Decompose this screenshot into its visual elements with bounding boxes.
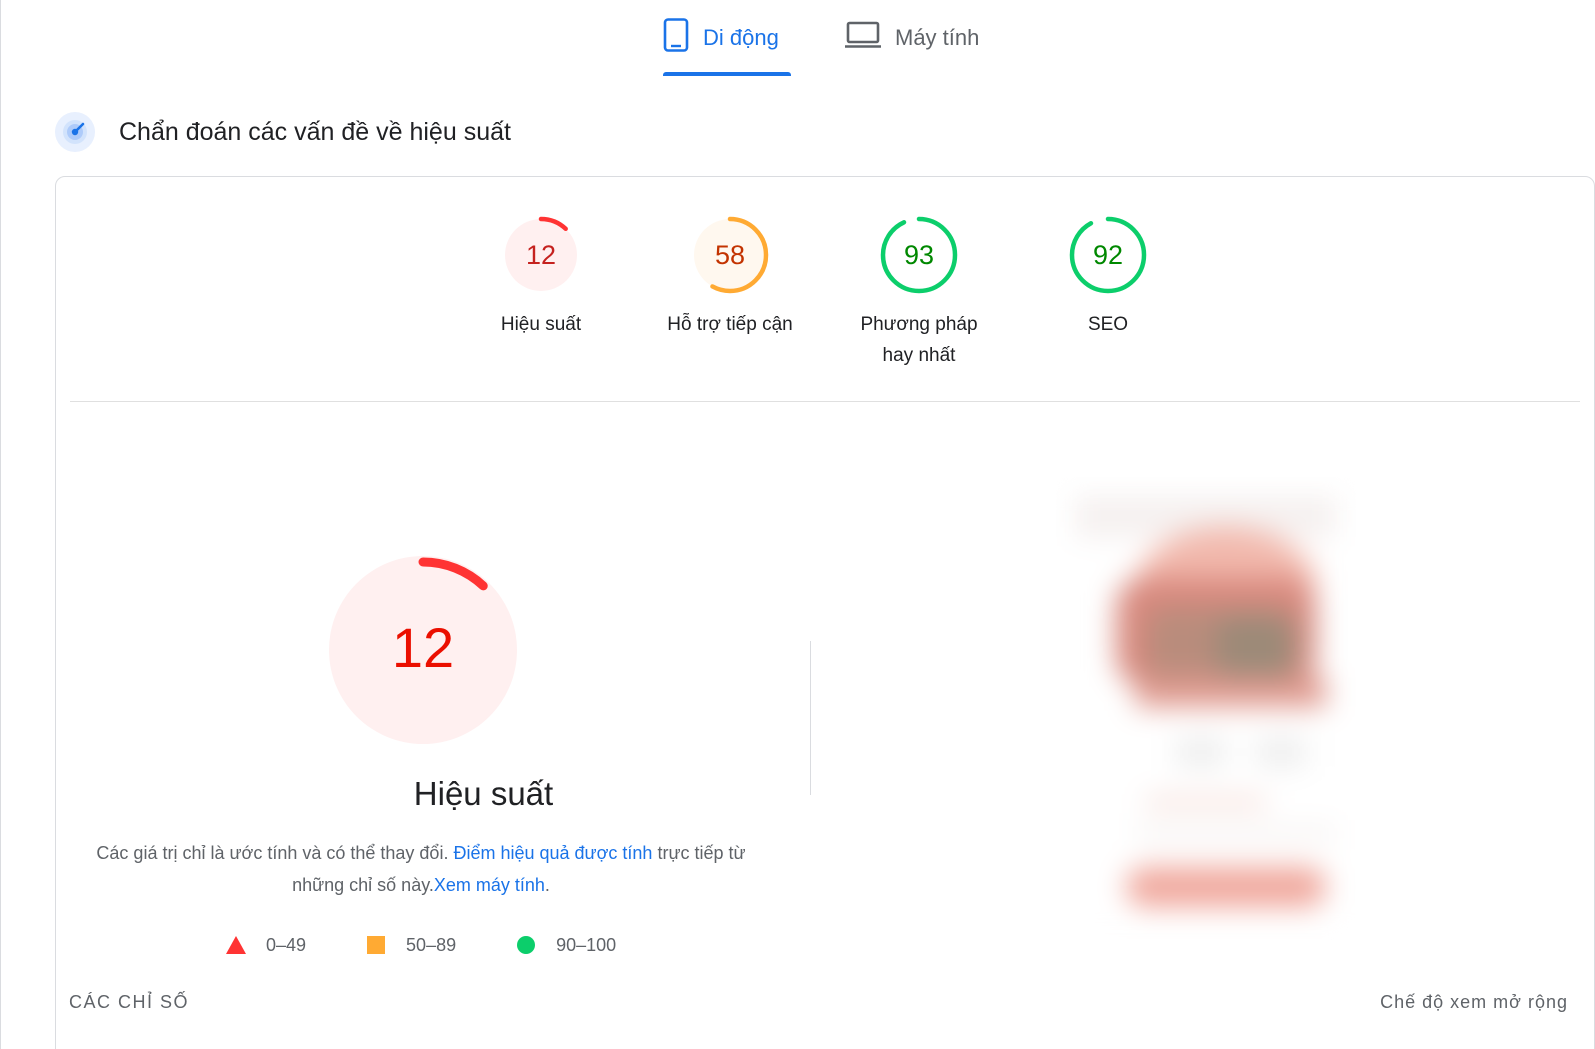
tab-mobile-label: Di động	[703, 25, 779, 50]
legend-item-fail: 0–49	[226, 935, 306, 956]
report-card: 12 Hiệu suất 58 Hỗ trợ tiếp cận 93 Phươn…	[55, 176, 1595, 1049]
legend-range-pass: 90–100	[556, 934, 617, 955]
see-calculator-link[interactable]: Xem máy tính	[434, 875, 545, 895]
gauge-accessibility-value: 58	[715, 240, 745, 270]
score-legend: 0–49 50–89 90–100	[226, 933, 676, 957]
gauge-seo-ring: 92	[1069, 216, 1147, 294]
tab-desktop-label: Máy tính	[895, 25, 980, 50]
score-gauges: 12 Hiệu suất 58 Hỗ trợ tiếp cận 93 Phươn…	[56, 215, 1594, 385]
gauge-seo-label: SEO	[1087, 314, 1129, 335]
gauge-accessibility[interactable]: 58 Hỗ trợ tiếp cận	[645, 215, 815, 340]
diagnostics-title: Chẩn đoán các vấn đề về hiệu suất	[119, 117, 511, 146]
gauge-seo-value: 92	[1093, 240, 1123, 270]
smartphone-icon	[663, 18, 689, 58]
legend-item-average: 50–89	[366, 935, 456, 956]
desc-text: Các giá trị chỉ là ước tính và có thể th…	[96, 843, 449, 863]
legend-range-fail: 0–49	[266, 934, 307, 955]
vertical-separator	[810, 641, 811, 795]
gauge-performance-ring: 12	[502, 216, 580, 294]
legend-item-pass: 90–100	[516, 935, 616, 956]
gauge-best-practices-value: 93	[904, 240, 934, 270]
gauge-best-practices[interactable]: 93 Phương pháp hay nhất	[834, 215, 1004, 371]
metrics-section-label: CÁC CHỈ SỐ	[69, 992, 190, 1012]
page: Di động Máy tính Chẩn đoán các vấn đề về…	[0, 0, 1595, 1049]
page-screenshot-thumbnail[interactable]	[1056, 477, 1356, 947]
performance-big-value: 12	[392, 616, 454, 679]
square-icon	[367, 936, 386, 954]
desc-end: .	[544, 875, 550, 895]
tab-desktop[interactable]: Máy tính	[845, 14, 979, 62]
performance-big-gauge: 12	[328, 555, 518, 745]
speed-gauge-icon	[55, 112, 95, 152]
section-divider	[70, 401, 1580, 402]
active-tab-indicator	[663, 72, 791, 76]
gauge-best-practices-ring: 93	[880, 216, 958, 294]
gauge-seo[interactable]: 92 SEO	[1023, 215, 1193, 340]
gauge-best-practices-label: Phương pháp hay nhất	[860, 314, 978, 366]
diagnostics-header: Chẩn đoán các vấn đề về hiệu suất	[55, 112, 511, 152]
performance-title: Hiệu suất	[413, 775, 554, 812]
triangle-icon	[226, 936, 246, 954]
circle-icon	[517, 936, 536, 954]
gauge-performance-value: 12	[526, 240, 556, 270]
legend-range-average: 50–89	[406, 934, 457, 955]
device-tabs: Di động Máy tính	[1, 0, 1595, 80]
calculated-score-link[interactable]: Điểm hiệu quả được tính	[453, 843, 652, 863]
gauge-accessibility-ring: 58	[691, 216, 769, 294]
gauge-performance-label: Hiệu suất	[500, 314, 582, 335]
gauge-accessibility-label: Hỗ trợ tiếp cận	[667, 314, 793, 335]
performance-description: Các giá trị chỉ là ước tính và có thể th…	[96, 837, 746, 901]
expanded-view-toggle[interactable]: Chế độ xem mở rộng	[1380, 992, 1568, 1013]
gauge-performance[interactable]: 12 Hiệu suất	[456, 215, 626, 340]
laptop-icon	[845, 21, 881, 55]
tab-mobile[interactable]: Di động	[663, 14, 779, 62]
